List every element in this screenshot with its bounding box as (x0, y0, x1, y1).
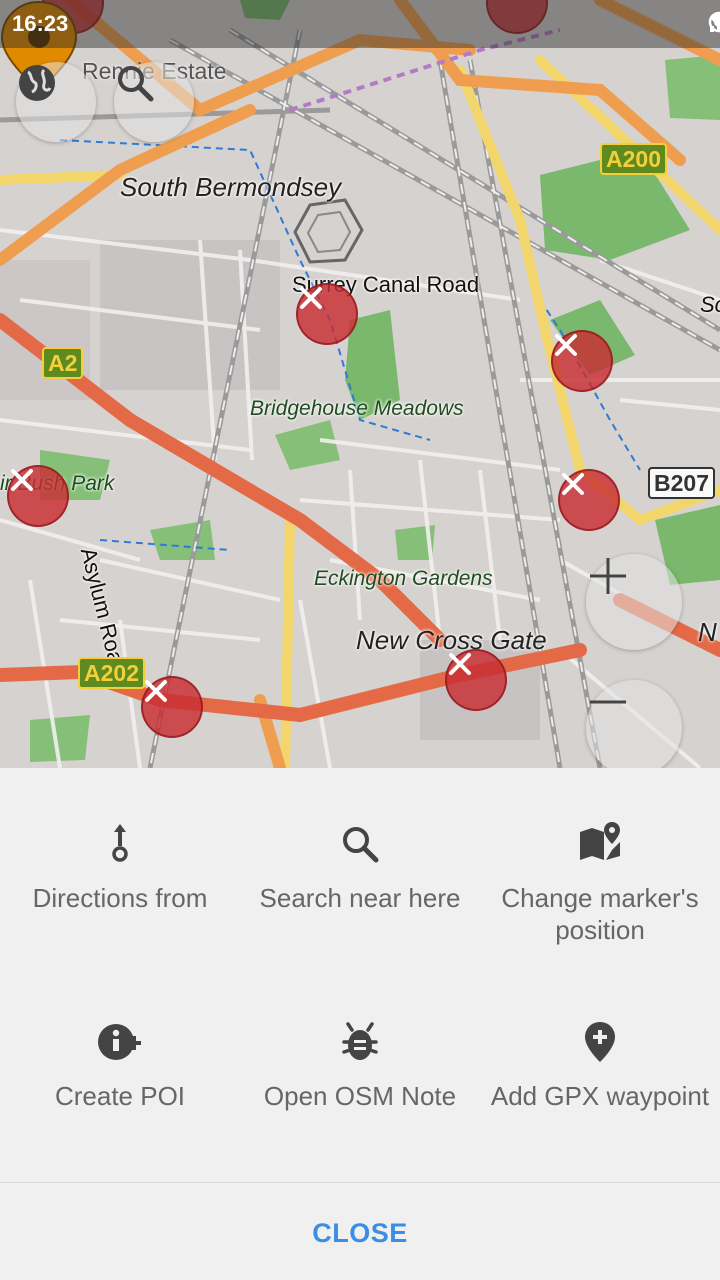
road-shield-a2: A2 (42, 347, 84, 379)
poi-marker[interactable] (445, 649, 507, 711)
map-view[interactable]: 16:23 Rennie Estate South Bermondsey Sur… (0, 0, 720, 768)
close-icon (449, 653, 471, 675)
close-icon (555, 334, 577, 356)
change-marker-position-button[interactable]: Change marker's position (480, 820, 720, 946)
search-near-here-button[interactable]: Search near here (240, 820, 480, 914)
sheet-divider (0, 1182, 720, 1183)
close-icon (300, 287, 322, 309)
search-near-here-label: Search near here (259, 883, 461, 913)
add-location-icon (585, 1022, 615, 1062)
create-poi-button[interactable]: Create POI (0, 1018, 240, 1112)
zoom-out-button[interactable] (586, 680, 682, 768)
road-shield-a200: A200 (600, 143, 667, 175)
close-button[interactable]: CLOSE (0, 1198, 720, 1268)
bug-icon (342, 1022, 378, 1060)
plus-icon (590, 558, 626, 594)
directions-from-label: Directions from (32, 883, 208, 913)
globe-icon (19, 65, 55, 101)
poi-marker[interactable] (296, 283, 358, 345)
search-map-button[interactable] (114, 62, 194, 142)
poi-marker[interactable] (551, 330, 613, 392)
map-marker-move-icon (580, 822, 620, 860)
zoom-in-button[interactable] (586, 554, 682, 650)
open-osm-note-label: Open OSM Note (263, 1081, 457, 1111)
status-time: 16:23 (12, 11, 69, 36)
context-menu-sheet: Directions from Search near here Change … (0, 768, 720, 1280)
map-label-partial-right-top: Sc (700, 292, 720, 317)
world-map-button[interactable] (16, 62, 96, 142)
map-label-bridgehouse-meadows: Bridgehouse Meadows (250, 397, 464, 420)
search-icon (118, 66, 154, 102)
directions-from-icon (112, 824, 128, 862)
close-icon (145, 680, 167, 702)
add-gpx-waypoint-button[interactable]: Add GPX waypoint (480, 1018, 720, 1112)
map-label-south-bermondsey: South Bermondsey (120, 172, 342, 202)
map-label-partial-right-mid: N (698, 617, 717, 647)
open-osm-note-button[interactable]: Open OSM Note (240, 1018, 480, 1112)
change-marker-position-label: Change marker's position (501, 883, 699, 945)
road-shield-a202: A202 (78, 657, 145, 689)
status-bar: 16:23 (0, 0, 720, 48)
minus-icon (590, 700, 626, 704)
create-poi-label: Create POI (54, 1081, 186, 1111)
poi-marker[interactable] (558, 469, 620, 531)
poi-marker[interactable] (141, 676, 203, 738)
close-icon (11, 469, 33, 491)
road-shield-b207: B207 (648, 467, 715, 499)
search-icon (343, 827, 379, 863)
battery-icon (708, 11, 720, 33)
add-gpx-waypoint-label: Add GPX waypoint (490, 1081, 710, 1111)
close-icon (562, 473, 584, 495)
info-plus-icon (98, 1024, 141, 1060)
poi-marker[interactable] (7, 465, 69, 527)
map-label-eckington-gardens: Eckington Gardens (314, 567, 493, 590)
directions-from-button[interactable]: Directions from (0, 820, 240, 914)
